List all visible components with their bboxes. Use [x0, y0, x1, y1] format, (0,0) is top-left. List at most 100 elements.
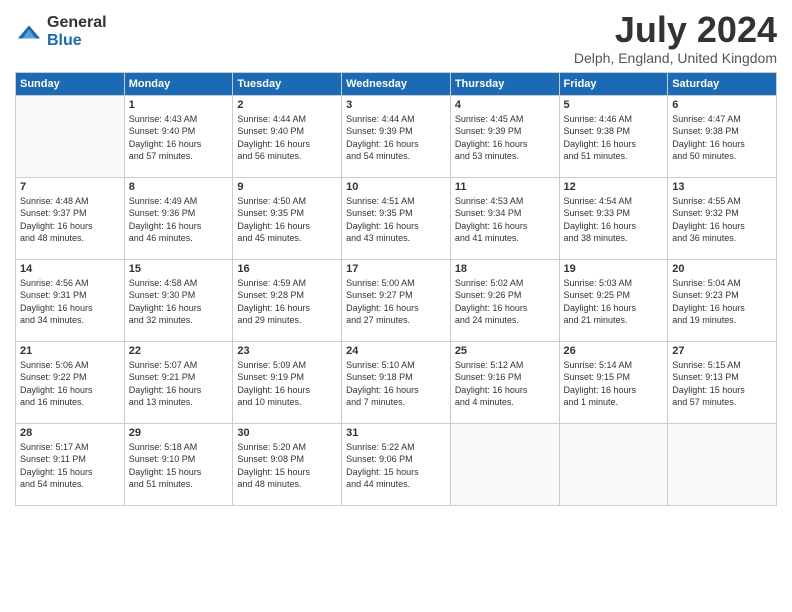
- table-row: 22 Sunrise: 5:07 AMSunset: 9:21 PMDayligh…: [124, 341, 233, 423]
- table-row: 15Sunrise: 4:58 AMSunset: 9:30 PMDayligh…: [124, 259, 233, 341]
- day-number: 29: [129, 427, 229, 439]
- day-info: Sunrise: 5:07 AMSunset: 9:21 PMDaylight:…: [129, 359, 229, 409]
- day-number: 8: [129, 181, 229, 193]
- day-number: 16: [237, 263, 337, 275]
- day-number: 31: [346, 427, 446, 439]
- header: General Blue July 2024 Delph, England, U…: [15, 10, 777, 66]
- day-number: 11: [455, 181, 555, 193]
- day-number: 24: [346, 345, 446, 357]
- table-row: 18Sunrise: 5:02 AMSunset: 9:26 PMDayligh…: [450, 259, 559, 341]
- day-number: 6: [672, 99, 772, 111]
- table-row: 25 Sunrise: 5:12 AMSunset: 9:16 PMDayligh…: [450, 341, 559, 423]
- page: General Blue July 2024 Delph, England, U…: [0, 0, 792, 612]
- table-row: 29 Sunrise: 5:18 AMSunset: 9:10 PMDayligh…: [124, 423, 233, 505]
- col-monday: Monday: [124, 72, 233, 95]
- table-row: 12Sunrise: 4:54 AMSunset: 9:33 PMDayligh…: [559, 177, 668, 259]
- day-info: Sunrise: 5:15 AMSunset: 9:13 PMDaylight:…: [672, 359, 772, 409]
- day-info: Sunrise: 5:22 AMSunset: 9:06 PMDaylight:…: [346, 441, 446, 491]
- table-row: 17 Sunrise: 5:00 AMSunset: 9:27 PMDayligh…: [342, 259, 451, 341]
- day-info: Sunrise: 4:51 AMSunset: 9:35 PMDaylight:…: [346, 195, 446, 245]
- day-number: 22: [129, 345, 229, 357]
- logo-general-text: General: [47, 14, 107, 32]
- day-number: 4: [455, 99, 555, 111]
- table-row: 11 Sunrise: 4:53 AMSunset: 9:34 PMDayligh…: [450, 177, 559, 259]
- table-row: 13Sunrise: 4:55 AMSunset: 9:32 PMDayligh…: [668, 177, 777, 259]
- logo: General Blue: [15, 14, 107, 49]
- day-info: Sunrise: 5:09 AMSunset: 9:19 PMDaylight:…: [237, 359, 337, 409]
- day-number: 26: [564, 345, 664, 357]
- calendar-week-row: 1Sunrise: 4:43 AMSunset: 9:40 PMDaylight…: [16, 95, 777, 177]
- table-row: 23 Sunrise: 5:09 AMSunset: 9:19 PMDayligh…: [233, 341, 342, 423]
- col-saturday: Saturday: [668, 72, 777, 95]
- day-info: Sunrise: 5:06 AMSunset: 9:22 PMDaylight:…: [20, 359, 120, 409]
- table-row: 30Sunrise: 5:20 AMSunset: 9:08 PMDayligh…: [233, 423, 342, 505]
- calendar-header-row: Sunday Monday Tuesday Wednesday Thursday…: [16, 72, 777, 95]
- day-number: 19: [564, 263, 664, 275]
- day-number: 21: [20, 345, 120, 357]
- day-number: 7: [20, 181, 120, 193]
- table-row: 14 Sunrise: 4:56 AMSunset: 9:31 PMDayligh…: [16, 259, 125, 341]
- day-number: 10: [346, 181, 446, 193]
- day-number: 20: [672, 263, 772, 275]
- table-row: [559, 423, 668, 505]
- day-number: 28: [20, 427, 120, 439]
- day-info: Sunrise: 4:44 AMSunset: 9:40 PMDaylight:…: [237, 113, 337, 163]
- day-number: 9: [237, 181, 337, 193]
- table-row: 10 Sunrise: 4:51 AMSunset: 9:35 PMDayligh…: [342, 177, 451, 259]
- day-info: Sunrise: 5:03 AMSunset: 9:25 PMDaylight:…: [564, 277, 664, 327]
- col-friday: Friday: [559, 72, 668, 95]
- day-info: Sunrise: 4:54 AMSunset: 9:33 PMDaylight:…: [564, 195, 664, 245]
- table-row: 2Sunrise: 4:44 AMSunset: 9:40 PMDaylight…: [233, 95, 342, 177]
- day-number: 13: [672, 181, 772, 193]
- day-number: 23: [237, 345, 337, 357]
- day-number: 30: [237, 427, 337, 439]
- table-row: 24 Sunrise: 5:10 AMSunset: 9:18 PMDayligh…: [342, 341, 451, 423]
- day-info: Sunrise: 5:10 AMSunset: 9:18 PMDaylight:…: [346, 359, 446, 409]
- calendar-week-row: 7Sunrise: 4:48 AMSunset: 9:37 PMDaylight…: [16, 177, 777, 259]
- col-sunday: Sunday: [16, 72, 125, 95]
- day-number: 18: [455, 263, 555, 275]
- day-number: 1: [129, 99, 229, 111]
- table-row: 8 Sunrise: 4:49 AMSunset: 9:36 PMDaylight…: [124, 177, 233, 259]
- day-info: Sunrise: 5:12 AMSunset: 9:16 PMDaylight:…: [455, 359, 555, 409]
- col-thursday: Thursday: [450, 72, 559, 95]
- col-wednesday: Wednesday: [342, 72, 451, 95]
- logo-icon: [15, 18, 43, 46]
- table-row: 7Sunrise: 4:48 AMSunset: 9:37 PMDaylight…: [16, 177, 125, 259]
- table-row: 3 Sunrise: 4:44 AMSunset: 9:39 PMDaylight…: [342, 95, 451, 177]
- calendar-week-row: 21 Sunrise: 5:06 AMSunset: 9:22 PMDayligh…: [16, 341, 777, 423]
- calendar-table: Sunday Monday Tuesday Wednesday Thursday…: [15, 72, 777, 506]
- calendar-week-row: 28 Sunrise: 5:17 AMSunset: 9:11 PMDayligh…: [16, 423, 777, 505]
- table-row: 1Sunrise: 4:43 AMSunset: 9:40 PMDaylight…: [124, 95, 233, 177]
- day-number: 3: [346, 99, 446, 111]
- day-number: 5: [564, 99, 664, 111]
- day-number: 14: [20, 263, 120, 275]
- day-info: Sunrise: 5:04 AMSunset: 9:23 PMDaylight:…: [672, 277, 772, 327]
- day-info: Sunrise: 5:17 AMSunset: 9:11 PMDaylight:…: [20, 441, 120, 491]
- day-info: Sunrise: 4:46 AMSunset: 9:38 PMDaylight:…: [564, 113, 664, 163]
- day-info: Sunrise: 4:49 AMSunset: 9:36 PMDaylight:…: [129, 195, 229, 245]
- day-number: 17: [346, 263, 446, 275]
- logo-blue-text: Blue: [47, 32, 107, 50]
- day-info: Sunrise: 5:18 AMSunset: 9:10 PMDaylight:…: [129, 441, 229, 491]
- day-info: Sunrise: 5:14 AMSunset: 9:15 PMDaylight:…: [564, 359, 664, 409]
- table-row: 9Sunrise: 4:50 AMSunset: 9:35 PMDaylight…: [233, 177, 342, 259]
- day-number: 25: [455, 345, 555, 357]
- day-info: Sunrise: 4:58 AMSunset: 9:30 PMDaylight:…: [129, 277, 229, 327]
- day-info: Sunrise: 4:56 AMSunset: 9:31 PMDaylight:…: [20, 277, 120, 327]
- table-row: [668, 423, 777, 505]
- day-info: Sunrise: 4:53 AMSunset: 9:34 PMDaylight:…: [455, 195, 555, 245]
- location-text: Delph, England, United Kingdom: [574, 50, 777, 66]
- table-row: 5 Sunrise: 4:46 AMSunset: 9:38 PMDaylight…: [559, 95, 668, 177]
- calendar-week-row: 14 Sunrise: 4:56 AMSunset: 9:31 PMDayligh…: [16, 259, 777, 341]
- day-info: Sunrise: 4:44 AMSunset: 9:39 PMDaylight:…: [346, 113, 446, 163]
- day-number: 27: [672, 345, 772, 357]
- table-row: 6Sunrise: 4:47 AMSunset: 9:38 PMDaylight…: [668, 95, 777, 177]
- table-row: 31 Sunrise: 5:22 AMSunset: 9:06 PMDayligh…: [342, 423, 451, 505]
- day-info: Sunrise: 4:45 AMSunset: 9:39 PMDaylight:…: [455, 113, 555, 163]
- table-row: 28 Sunrise: 5:17 AMSunset: 9:11 PMDayligh…: [16, 423, 125, 505]
- table-row: 27 Sunrise: 5:15 AMSunset: 9:13 PMDayligh…: [668, 341, 777, 423]
- table-row: 16Sunrise: 4:59 AMSunset: 9:28 PMDayligh…: [233, 259, 342, 341]
- table-row: 20 Sunrise: 5:04 AMSunset: 9:23 PMDayligh…: [668, 259, 777, 341]
- day-info: Sunrise: 5:00 AMSunset: 9:27 PMDaylight:…: [346, 277, 446, 327]
